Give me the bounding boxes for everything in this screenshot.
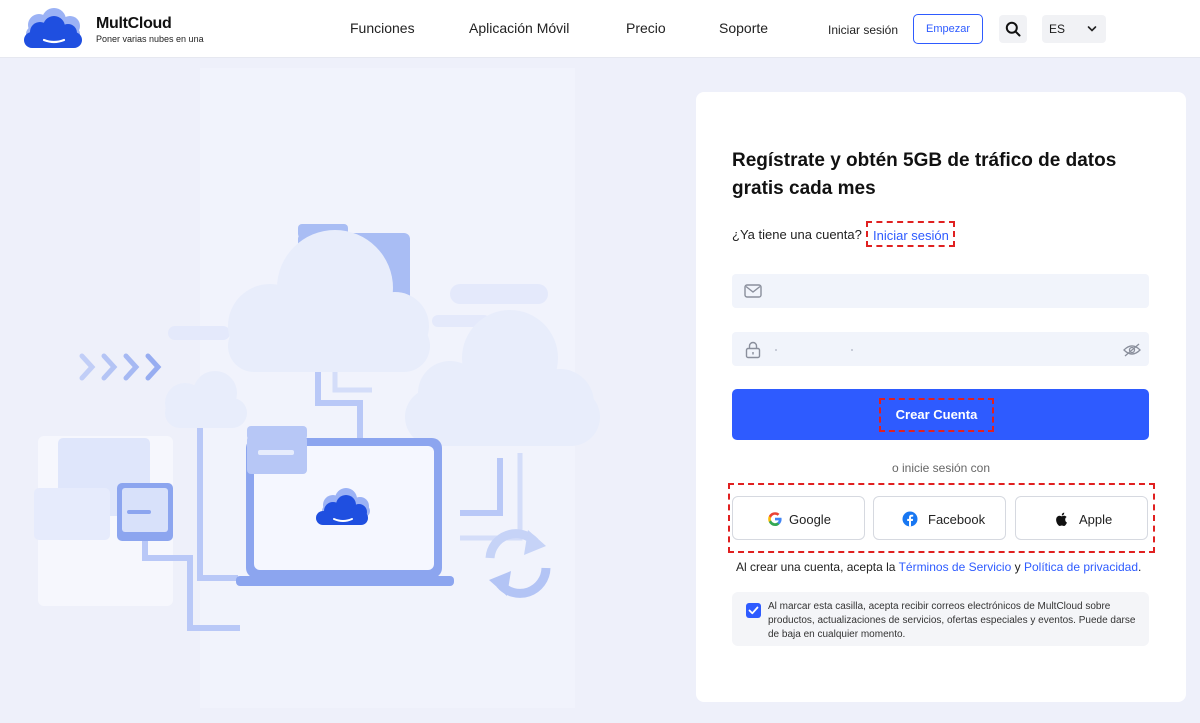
apple-label: Apple [1079,512,1113,527]
password-mask-dot [775,349,777,351]
search-button[interactable] [999,15,1027,43]
apple-icon [1056,512,1067,526]
facebook-label: Facebook [928,512,986,527]
consent-checkbox[interactable] [746,603,761,618]
signup-card: Regístrate y obtén 5GB de tráfico de dat… [696,92,1186,702]
password-field[interactable] [732,332,1149,366]
create-account-label: Crear Cuenta [879,398,994,432]
brand-logo[interactable]: MultCloud Poner varias nubes en una [20,8,220,50]
chevron-down-icon [1087,26,1097,32]
consent-text: Al marcar esta casilla, acepta recibir c… [768,601,1136,640]
create-account-button[interactable]: Crear Cuenta [732,389,1149,440]
password-mask-dot [851,349,853,351]
eye-off-icon[interactable] [1123,343,1141,357]
brand-name: MultCloud [96,15,172,32]
email-field[interactable] [732,274,1149,308]
google-button[interactable]: Google [732,496,865,540]
cloud-logo-icon [24,8,82,48]
google-icon [768,512,782,526]
brand-tagline: Poner varias nubes en una [96,34,204,44]
start-button[interactable]: Empezar [913,14,983,44]
lock-icon [745,341,761,359]
terms-and: y [1014,560,1021,574]
terms-suffix: . [1138,560,1142,574]
check-icon [748,606,759,615]
cloud-sync-illustration [0,58,690,723]
terms-text: Al crear una cuenta, acepta la Términos … [736,560,1141,574]
mail-icon [744,284,762,298]
language-select[interactable]: ES [1042,15,1106,43]
header-login-link[interactable]: Iniciar sesión [828,23,898,37]
nav-aplicacion-movil[interactable]: Aplicación Móvil [469,20,569,36]
signin-link[interactable]: Iniciar sesión [866,221,955,247]
hero-illustration [0,58,690,723]
google-label: Google [789,512,831,527]
search-icon [1005,21,1021,37]
top-header: MultCloud Poner varias nubes en una Func… [0,0,1200,58]
facebook-button[interactable]: Facebook [873,496,1006,540]
or-signin-text: o inicie sesión con [891,461,991,475]
have-account-text: ¿Ya tiene una cuenta? [732,227,862,242]
facebook-icon [902,511,918,527]
privacy-policy-link[interactable]: Política de privacidad [1024,560,1138,574]
signup-title: Regístrate y obtén 5GB de tráfico de dat… [732,150,1117,199]
apple-button[interactable]: Apple [1015,496,1148,540]
language-code: ES [1049,22,1066,36]
nav-funciones[interactable]: Funciones [350,20,415,36]
nav-precio[interactable]: Precio [626,20,666,36]
nav-soporte[interactable]: Soporte [719,20,768,36]
consent-box: Al marcar esta casilla, acepta recibir c… [732,592,1149,646]
terms-of-service-link[interactable]: Términos de Servicio [899,560,1012,574]
terms-prefix: Al crear una cuenta, acepta la [736,560,896,574]
